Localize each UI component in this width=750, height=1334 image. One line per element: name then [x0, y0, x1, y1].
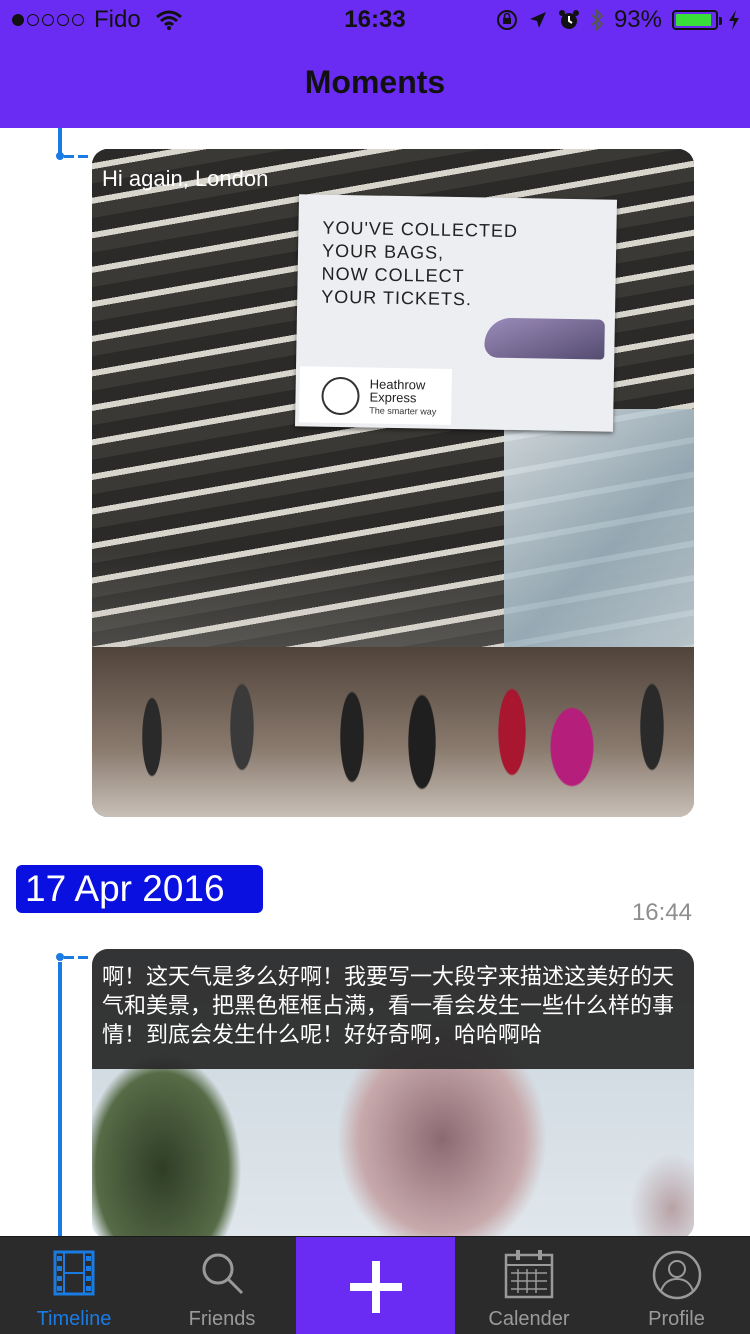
tab-calendar[interactable]: Calender: [455, 1237, 603, 1334]
tab-timeline[interactable]: Timeline: [0, 1237, 148, 1334]
page-title: Moments: [304, 64, 446, 100]
timeline-line-bottom: [58, 962, 62, 1236]
moment-text: 啊！这天气是多么好啊！我要写一大段字来描述这美好的天气和美景，把黑色框框占满，看…: [92, 949, 694, 1069]
search-icon: [202, 1253, 244, 1295]
sign-brand-block: Heathrow Express The smarter way: [299, 366, 453, 425]
battery-icon: [672, 10, 722, 30]
tab-friends[interactable]: Friends: [148, 1237, 296, 1334]
timeline-connector: [64, 956, 90, 959]
heathrow-logo-icon: [321, 376, 360, 416]
moment-time: 16:44: [631, 899, 692, 926]
charging-bolt-icon: [729, 10, 739, 30]
timeline-node: [56, 953, 64, 961]
tab-profile[interactable]: Profile: [603, 1237, 750, 1334]
film-icon: [53, 1250, 95, 1296]
rotation-lock-icon: [496, 10, 517, 30]
status-bar: Fido 16:33 93%: [0, 0, 750, 40]
add-moment-button[interactable]: [296, 1237, 455, 1334]
plus-icon: [349, 1261, 402, 1313]
bluetooth-icon: [591, 8, 604, 32]
status-right: 93%: [496, 6, 740, 34]
calendar-icon: [504, 1250, 554, 1299]
battery-fill: [676, 14, 712, 26]
tab-label: Profile: [648, 1308, 705, 1330]
tab-label: Timeline: [36, 1308, 112, 1330]
moment-card[interactable]: YOU'VE COLLECTED YOUR BAGS, NOW COLLECT …: [92, 149, 694, 817]
moment-card[interactable]: 啊！这天气是多么好啊！我要写一大段字来描述这美好的天气和美景，把黑色框框占满，看…: [92, 949, 694, 1239]
person-icon: [652, 1250, 701, 1300]
timeline-line-top: [58, 128, 62, 154]
top-bar: Fido 16:33 93% Moments: [0, 0, 750, 128]
tab-label: Calender: [488, 1308, 570, 1330]
moment-caption: Hi again, London: [102, 166, 269, 191]
date-badge: 17 Apr 2016: [16, 865, 263, 913]
tab-bar: Timeline Friends Calender Profile: [0, 1236, 750, 1334]
advertising-sign: YOU'VE COLLECTED YOUR BAGS, NOW COLLECT …: [294, 194, 618, 432]
tab-label: Friends: [188, 1308, 256, 1330]
sign-brand-name: Heathrow Express: [369, 376, 426, 406]
train-image: [484, 317, 605, 360]
timeline-node: [56, 152, 64, 160]
photo-crowd: [92, 657, 694, 817]
sign-brand-tagline: The smarter way: [369, 405, 437, 417]
sign-headline: YOU'VE COLLECTED YOUR BAGS, NOW COLLECT …: [321, 217, 519, 310]
alarm-icon: [558, 10, 579, 29]
timeline-connector: [64, 155, 90, 158]
location-arrow-icon: [529, 12, 546, 28]
battery-percent: 93%: [613, 6, 662, 33]
